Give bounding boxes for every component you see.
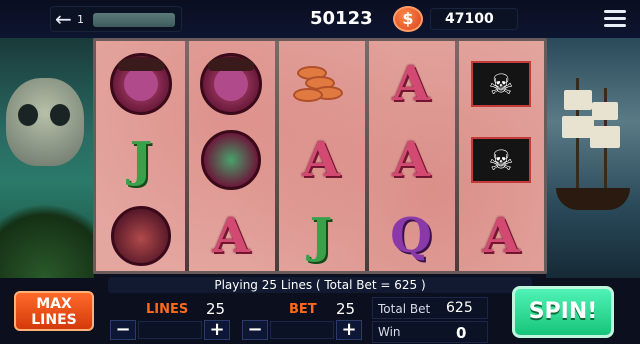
symbol-a: A: [392, 132, 430, 188]
symbol-a: A: [392, 56, 430, 112]
bet-label: BET: [289, 302, 317, 317]
ship-hull: [556, 188, 630, 210]
max-lines-button[interactable]: MAX LINES: [14, 291, 94, 331]
lines-value: 25: [206, 300, 226, 318]
bet-plus-button[interactable]: +: [336, 320, 362, 340]
lines-plus-button[interactable]: +: [204, 320, 230, 340]
symbol-pirate-flag: ☠: [461, 49, 541, 119]
skull-rock: [6, 78, 84, 166]
bet-slider[interactable]: [270, 321, 334, 339]
bet-minus-button[interactable]: −: [242, 320, 268, 340]
balance-display: 50123: [310, 8, 373, 29]
coins-box: 47100: [430, 8, 518, 30]
top-bar: ← 1 50123 $ 47100: [0, 0, 640, 38]
max-lines-label-1: MAX: [36, 296, 72, 312]
slot-game: ← 1 50123 $ 47100 A ☠ J A A ☠ A J Q A Pl…: [0, 0, 640, 344]
bet-value: 25: [336, 300, 356, 318]
symbol-parrot: [191, 125, 271, 195]
symbol-a: A: [302, 132, 340, 188]
symbol-pirate-hat: [101, 201, 181, 271]
level-number: 1: [77, 13, 84, 26]
symbol-a: A: [212, 208, 250, 264]
scene-right-pirate-ship: [546, 38, 640, 278]
hamburger-menu-icon[interactable]: [604, 10, 626, 28]
reels-frame: A ☠ J A A ☠ A J Q A: [93, 38, 547, 274]
coins-value: 47100: [445, 11, 494, 27]
lines-label: LINES: [146, 302, 189, 317]
symbol-q: Q: [390, 208, 432, 264]
win-value: 0: [456, 324, 467, 342]
symbol-j: J: [309, 208, 333, 264]
back-button[interactable]: ← 1: [50, 6, 182, 32]
symbol-pirate-captain: [191, 49, 271, 119]
lines-minus-button[interactable]: −: [110, 320, 136, 340]
xp-progress-bar: [93, 13, 175, 27]
symbol-pirate-captain: [101, 49, 181, 119]
status-text: Playing 25 Lines ( Total Bet = 625 ): [108, 277, 532, 293]
palm-tree: [0, 188, 94, 278]
spin-button[interactable]: SPIN!: [512, 286, 614, 338]
max-lines-label-2: LINES: [31, 312, 77, 328]
win-label: Win: [378, 325, 401, 339]
lines-slider[interactable]: [138, 321, 202, 339]
coin-icon[interactable]: $: [393, 6, 423, 32]
symbol-j: J: [129, 132, 153, 188]
symbol-a: A: [482, 208, 520, 264]
arrow-left-icon: ←: [55, 7, 72, 31]
symbol-pirate-flag: ☠: [461, 125, 541, 195]
scene-left-skull-island: [0, 38, 94, 278]
total-bet-label: Total Bet: [378, 302, 431, 316]
symbol-coins: [281, 49, 361, 119]
total-bet-value: 625: [446, 300, 473, 316]
